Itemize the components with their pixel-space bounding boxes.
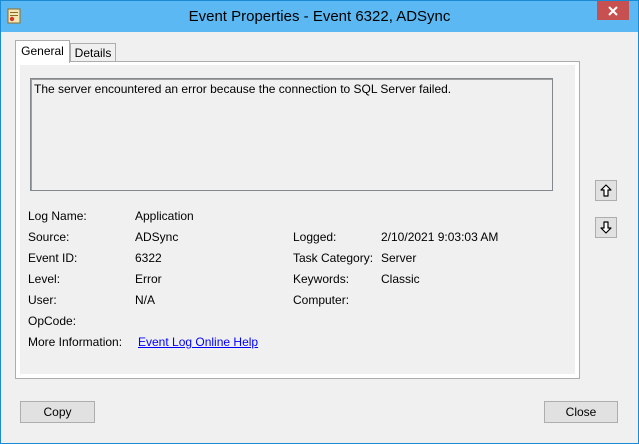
close-icon bbox=[608, 5, 618, 16]
keywords-label: Keywords: bbox=[293, 272, 350, 286]
computer-label: Computer: bbox=[293, 293, 350, 307]
event-log-online-help-link[interactable]: Event Log Online Help bbox=[138, 335, 258, 349]
event-description-text: The server encountered an error because … bbox=[34, 82, 452, 96]
window-title: Event Properties - Event 6322, ADSync bbox=[188, 8, 451, 25]
logged-value: 2/10/2021 9:03:03 AM bbox=[381, 230, 499, 244]
log-name-value: Application bbox=[135, 209, 194, 223]
title-bar[interactable]: Event Properties - Event 6322, ADSync bbox=[1, 1, 638, 32]
tab-details[interactable]: Details bbox=[70, 43, 116, 62]
event-description-box[interactable]: The server encountered an error because … bbox=[30, 78, 553, 191]
task-category-value: Server bbox=[381, 251, 417, 265]
user-value: N/A bbox=[135, 293, 156, 307]
opcode-label: OpCode: bbox=[28, 314, 77, 328]
logged-label: Logged: bbox=[293, 230, 337, 244]
arrow-up-icon bbox=[600, 184, 612, 197]
event-id-value: 6322 bbox=[135, 251, 162, 265]
next-event-button[interactable] bbox=[595, 217, 617, 238]
source-value: ADSync bbox=[135, 230, 179, 244]
more-information-label: More Information: bbox=[28, 335, 123, 349]
log-name-label: Log Name: bbox=[28, 209, 87, 223]
window-close-button[interactable] bbox=[597, 1, 629, 20]
level-label: Level: bbox=[28, 272, 61, 286]
previous-event-button[interactable] bbox=[595, 180, 617, 201]
user-label: User: bbox=[28, 293, 57, 307]
arrow-down-icon bbox=[600, 221, 612, 234]
copy-button[interactable]: Copy bbox=[20, 401, 95, 423]
close-button[interactable]: Close bbox=[544, 401, 618, 423]
task-category-label: Task Category: bbox=[293, 251, 374, 265]
tab-general[interactable]: General bbox=[15, 40, 70, 63]
level-value: Error bbox=[135, 272, 162, 286]
event-id-label: Event ID: bbox=[28, 251, 78, 265]
event-properties-window: Event Properties - Event 6322, ADSync De… bbox=[0, 0, 639, 444]
keywords-value: Classic bbox=[381, 272, 420, 286]
source-label: Source: bbox=[28, 230, 70, 244]
